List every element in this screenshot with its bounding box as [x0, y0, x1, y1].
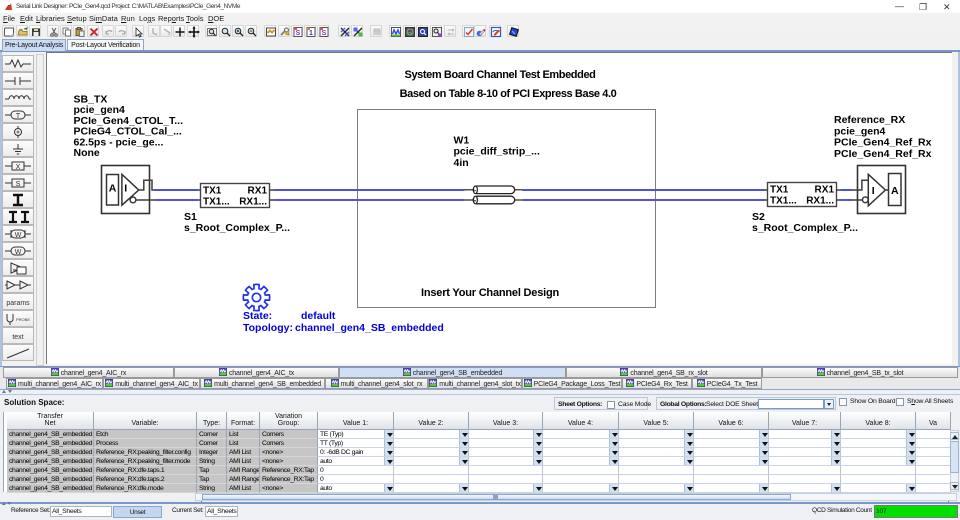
- svg-text:Topology:: Topology:: [243, 322, 293, 334]
- svg-text:Reference_RX: Reference_RX: [834, 114, 905, 126]
- svg-text:TX1...: TX1...: [203, 197, 230, 208]
- svg-text:params: params: [6, 300, 30, 307]
- svg-text:channel_gen4_SB_embedded: channel_gen4_SB_embedded: [295, 322, 444, 334]
- svg-text:s_Root_Complex_P...: s_Root_Complex_P...: [184, 222, 290, 234]
- svg-text:S: S: [16, 181, 21, 188]
- svg-text:A: A: [109, 183, 117, 195]
- svg-text:RX1...: RX1...: [806, 196, 834, 207]
- svg-text:S: S: [322, 30, 327, 37]
- svg-text:PCIe_Gen4_Ref_Rx: PCIe_Gen4_Ref_Rx: [834, 137, 932, 149]
- svg-text:pcie_gen4: pcie_gen4: [834, 125, 886, 137]
- svg-text:State:: State:: [243, 310, 272, 322]
- svg-text:PROBE: PROBE: [16, 317, 30, 322]
- svg-text:X: X: [16, 164, 21, 171]
- svg-text:TX1: TX1: [203, 186, 222, 197]
- svg-text:text: text: [12, 334, 23, 341]
- svg-text:T: T: [16, 113, 21, 120]
- svg-text:Based on Table 8-10 of PCI Exp: Based on Table 8-10 of PCI Express Base …: [400, 88, 617, 100]
- svg-text:W1: W1: [454, 134, 470, 146]
- svg-text:TX1...: TX1...: [770, 196, 797, 207]
- svg-text:I: I: [124, 183, 127, 195]
- svg-text:4in: 4in: [454, 157, 469, 169]
- svg-text:S: S: [296, 30, 301, 37]
- svg-text:RX1: RX1: [815, 185, 835, 196]
- svg-text:A: A: [891, 185, 899, 197]
- svg-text:RX1: RX1: [248, 186, 268, 197]
- svg-text:Insert Your Channel Design: Insert Your Channel Design: [421, 287, 560, 299]
- svg-text:TX1: TX1: [770, 185, 789, 196]
- svg-text:W: W: [15, 249, 22, 256]
- svg-text:System Board Channel Test Embe: System Board Channel Test Embedded: [405, 69, 596, 81]
- svg-text:RX1...: RX1...: [239, 197, 267, 208]
- svg-text:None: None: [74, 147, 100, 159]
- svg-text:1: 1: [309, 30, 313, 37]
- svg-text:default: default: [301, 310, 336, 322]
- svg-text:s_Root_Complex_P...: s_Root_Complex_P...: [752, 222, 858, 234]
- svg-text:I: I: [872, 185, 875, 197]
- svg-text:W: W: [15, 232, 22, 239]
- svg-text:PCIe_Gen4_Ref_Rx: PCIe_Gen4_Ref_Rx: [834, 148, 932, 160]
- svg-text:pcie_diff_strip_...: pcie_diff_strip_...: [454, 146, 540, 158]
